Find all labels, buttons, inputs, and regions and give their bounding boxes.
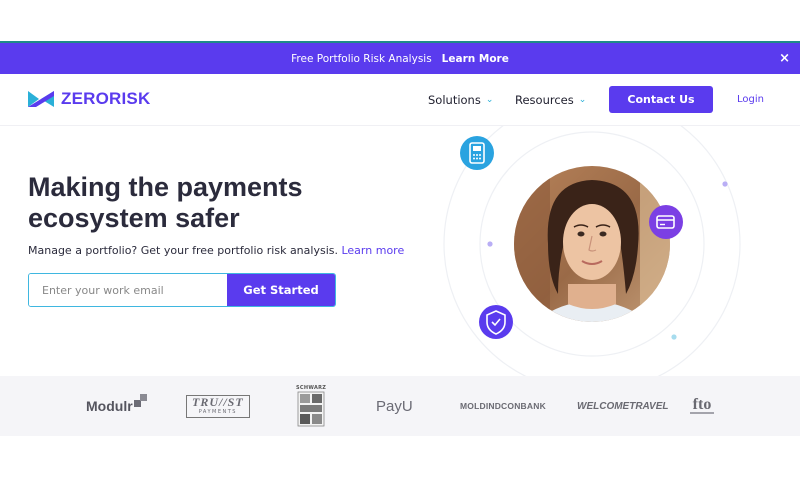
partner-logo-payu: PayU (376, 376, 413, 436)
partner-name: TRU//ST (192, 394, 244, 409)
partner-name: fto (692, 395, 712, 413)
hero-learn-more-link[interactable]: Learn more (341, 244, 404, 257)
nav-solutions-label: Solutions (428, 93, 481, 107)
partner-logos-band: Modulr TRU//ST PAYMENTS SCHWARZ PayU MOL… (0, 376, 800, 436)
decor-dot (722, 181, 728, 187)
partner-name: Modulr (86, 398, 133, 414)
promo-banner: Free Portfolio Risk Analysis Learn More … (0, 43, 800, 74)
partner-logo-welcometravel: WELCOMETRAVEL (577, 376, 668, 436)
hero-subtitle: Manage a portfolio? Get your free portfo… (28, 244, 404, 257)
partner-name: MOLDINDCONBANK (460, 401, 546, 411)
login-link[interactable]: Login (737, 94, 764, 105)
contact-us-button[interactable]: Contact Us (609, 86, 713, 113)
chevron-down-icon: ⌄ (578, 95, 587, 105)
banner-learn-more-link[interactable]: Learn More (442, 53, 509, 65)
fto-underline-icon (690, 411, 714, 414)
decor-dot (671, 334, 677, 340)
hero-title-line-1: Making the payments (28, 172, 303, 202)
hero-title-line-2: ecosystem safer (28, 203, 240, 233)
partner-logo-moldindconbank: MOLDINDCONBANK (460, 376, 546, 436)
brand-logo[interactable]: ZERORISK (27, 88, 150, 110)
nav-resources-label: Resources (515, 93, 574, 107)
partner-logo-schwarz: SCHWARZ (296, 376, 326, 436)
nav-resources[interactable]: Resources ⌄ (515, 93, 586, 107)
navbar: ZERORISK Solutions ⌄ Resources ⌄ Contact… (0, 74, 800, 126)
hero-subtitle-text: Manage a portfolio? Get your free portfo… (28, 244, 338, 257)
close-icon[interactable]: × (779, 51, 790, 66)
brand-name: ZERORISK (61, 89, 151, 108)
partner-name: PayU (376, 397, 413, 415)
modulr-mark-icon (133, 394, 147, 407)
zerorisk-logo-icon (28, 91, 54, 107)
orbit-icon-bubble (460, 136, 494, 170)
person-portrait (514, 166, 670, 322)
get-started-button[interactable]: Get Started (227, 274, 335, 306)
chevron-down-icon: ⌄ (485, 95, 494, 105)
partner-name: WELCOMETRAVEL (577, 400, 669, 412)
schwarz-group-mark-icon (297, 391, 325, 427)
partner-logo-trust-payments: TRU//ST PAYMENTS (186, 376, 250, 436)
nav-solutions[interactable]: Solutions ⌄ (428, 93, 493, 107)
hero-illustration (443, 126, 741, 376)
work-email-input[interactable] (29, 274, 227, 306)
banner-text: Free Portfolio Risk Analysis (291, 52, 432, 65)
partner-logo-modulr: Modulr (86, 376, 148, 436)
decor-dot (487, 241, 493, 247)
email-signup-form: Get Started (28, 273, 336, 307)
hero-title: Making the payments ecosystem safer (28, 172, 303, 234)
orbit-icon-bubble (649, 205, 683, 239)
partner-logo-fto: fto (690, 376, 714, 436)
partner-subname: PAYMENTS (198, 408, 237, 415)
